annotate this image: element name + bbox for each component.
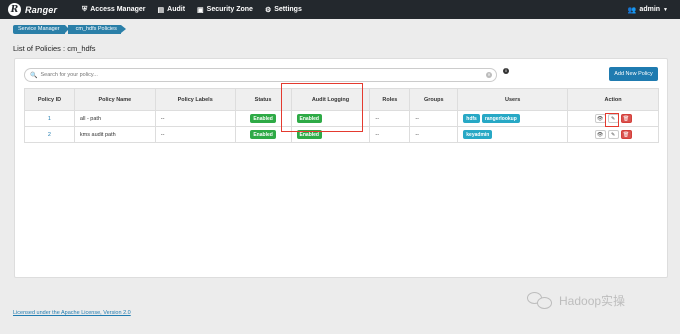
- header-policy-labels: Policy Labels: [154, 88, 236, 111]
- trash-icon: 🗑: [622, 116, 630, 122]
- nav-settings[interactable]: ⚙ Settings: [265, 6, 302, 14]
- header-groups: Groups: [409, 88, 459, 111]
- nav-label: Access Manager: [90, 6, 146, 13]
- edit-icon: ✎: [610, 132, 616, 138]
- eye-icon: 👁: [596, 116, 604, 122]
- groups-cell: --: [409, 126, 459, 143]
- status-badge: Enabled: [250, 114, 276, 123]
- user-badge: keyadmin: [463, 130, 493, 139]
- status-badge: Enabled: [250, 130, 276, 139]
- policy-labels-cell: --: [154, 110, 236, 127]
- watermark-text: Hadoop实操: [559, 293, 626, 308]
- watermark: Hadoop实操: [527, 290, 625, 310]
- nav-audit[interactable]: ▤ Audit: [158, 6, 186, 14]
- search-box[interactable]: 🔍 ✕: [24, 68, 497, 82]
- nav-label: Settings: [274, 6, 302, 13]
- users-cell: hdfs rangerlookup: [457, 110, 569, 127]
- header-users: Users: [457, 88, 569, 111]
- ranger-logo-icon: R: [8, 3, 21, 16]
- nav-label: Security Zone: [206, 6, 253, 13]
- action-cell: 👁 ✎ 🗑: [567, 126, 659, 143]
- view-button[interactable]: 👁: [594, 114, 606, 123]
- zone-icon: ▣: [197, 6, 204, 14]
- roles-cell: --: [369, 110, 411, 127]
- search-input[interactable]: [40, 72, 481, 78]
- username: admin: [639, 6, 661, 13]
- policy-id-link[interactable]: 1: [48, 116, 51, 122]
- breadcrumb-service-manager[interactable]: Service Manager: [13, 25, 69, 34]
- add-new-policy-button[interactable]: Add New Policy: [609, 67, 658, 81]
- edit-button-highlight-box: [605, 113, 619, 127]
- file-icon: ▤: [157, 6, 165, 14]
- edit-button[interactable]: ✎: [607, 130, 619, 139]
- gear-icon: ⚙: [264, 6, 272, 14]
- brand[interactable]: R Ranger: [8, 3, 70, 16]
- top-navbar: R Ranger ⛨ Access Manager ▤ Audit ▣ Secu…: [0, 0, 680, 19]
- header-policy-id[interactable]: Policy ID: [24, 88, 75, 111]
- delete-button[interactable]: 🗑: [620, 114, 632, 123]
- user-icon: 👥: [627, 6, 637, 14]
- nav-access-manager[interactable]: ⛨ Access Manager: [82, 6, 146, 14]
- breadcrumb-policies[interactable]: cm_hdfs Policies: [67, 25, 127, 34]
- audit-logging-highlight-box: [281, 83, 363, 132]
- user-badge: hdfs: [463, 114, 480, 123]
- policy-id-cell[interactable]: 1: [24, 110, 75, 127]
- policy-id-cell[interactable]: 2: [24, 126, 75, 143]
- policy-id-link[interactable]: 2: [48, 132, 51, 138]
- groups-cell: --: [409, 110, 459, 127]
- breadcrumb: Service Manager cm_hdfs Policies: [13, 25, 127, 34]
- nav-label: Audit: [167, 6, 186, 13]
- delete-button[interactable]: 🗑: [620, 130, 632, 139]
- header-roles: Roles: [369, 88, 411, 111]
- policy-panel: 🔍 ✕ i Add New Policy Policy ID Policy Na…: [14, 58, 668, 278]
- users-cell: keyadmin: [457, 126, 569, 143]
- roles-cell: --: [369, 126, 411, 143]
- eye-icon: 👁: [596, 132, 604, 138]
- info-icon[interactable]: i: [503, 68, 509, 74]
- policy-labels-cell: --: [154, 126, 236, 143]
- policy-name-cell: all - path: [73, 110, 156, 127]
- header-policy-name[interactable]: Policy Name: [73, 88, 156, 111]
- wechat-icon: [527, 290, 553, 310]
- header-action: Action: [567, 88, 659, 111]
- user-badge: rangerlookup: [481, 114, 520, 123]
- trash-icon: 🗑: [622, 132, 630, 138]
- clear-search-icon[interactable]: ✕: [486, 72, 492, 78]
- view-button[interactable]: 👁: [594, 130, 606, 139]
- search-icon: 🔍: [30, 72, 38, 79]
- user-menu[interactable]: 👥 admin ▼: [628, 0, 668, 19]
- page-title: List of Policies : cm_hdfs: [13, 44, 96, 53]
- nav-security-zone[interactable]: ▣ Security Zone: [197, 6, 253, 14]
- brand-name: Ranger: [25, 4, 58, 15]
- policy-name-cell: kms audit path: [73, 126, 156, 143]
- license-link[interactable]: Licensed under the Apache License, Versi…: [13, 310, 131, 316]
- shield-icon: ⛨: [82, 5, 88, 13]
- caret-down-icon: ▼: [663, 6, 668, 13]
